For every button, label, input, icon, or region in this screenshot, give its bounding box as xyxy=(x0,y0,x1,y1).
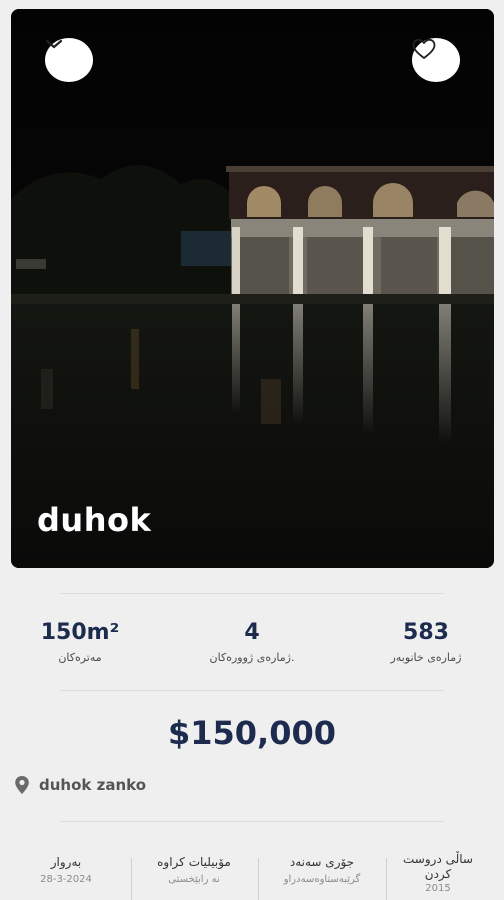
date-title: بەروار xyxy=(50,855,82,869)
location-text: duhok zanko xyxy=(39,776,147,794)
divider xyxy=(60,821,444,822)
area-label: مەترەکان xyxy=(58,651,102,664)
detail-deed-type: جۆری سەنەد گرێبەستاوەسەدراو xyxy=(262,855,382,886)
stat-house-number: 583 ژمارەی خانوبەر xyxy=(356,620,496,664)
divider xyxy=(60,690,444,691)
map-pin-icon xyxy=(15,776,29,794)
house-number-label: ژمارەی خانوبەر xyxy=(390,651,462,664)
separator xyxy=(386,858,387,900)
area-value: 150m² xyxy=(40,620,120,645)
rooms-label: ژمارەی ژوورەکان. xyxy=(209,651,295,664)
collapse-button[interactable] xyxy=(45,38,93,82)
price: $150,000 xyxy=(167,714,336,752)
furnished-value: نە رابێخستی xyxy=(168,874,220,885)
date-value: 28-3-2024 xyxy=(40,874,92,885)
deed-type-value: گرێبەستاوەسەدراو xyxy=(283,874,361,885)
stat-rooms: 4 ژمارەی ژوورەکان. xyxy=(182,620,322,664)
separator xyxy=(258,858,259,900)
chevron-down-icon xyxy=(45,39,63,49)
build-year-title: ساڵی دروست کردن xyxy=(403,852,473,881)
separator xyxy=(131,858,132,900)
rooms-value: 4 xyxy=(244,620,260,645)
location: duhok zanko xyxy=(14,775,146,795)
favorite-button[interactable] xyxy=(412,38,460,82)
furnished-title: مۆبیلیات کراوە xyxy=(157,855,231,869)
property-photo[interactable]: duhok xyxy=(11,9,494,568)
detail-build-year: ساڵی دروست کردن 2015 xyxy=(388,852,488,895)
build-year-value: 2015 xyxy=(425,883,451,894)
divider xyxy=(60,593,444,594)
house-number-value: 583 xyxy=(403,620,449,645)
listing-title: duhok xyxy=(37,501,152,539)
detail-date: بەروار 28-3-2024 xyxy=(6,855,126,886)
night-building-image xyxy=(11,9,494,568)
heart-icon xyxy=(412,38,436,59)
detail-furnished: مۆبیلیات کراوە نە رابێخستی xyxy=(134,855,254,886)
stat-area: 150m² مەترەکان xyxy=(10,620,150,664)
deed-type-title: جۆری سەنەد xyxy=(289,855,355,869)
